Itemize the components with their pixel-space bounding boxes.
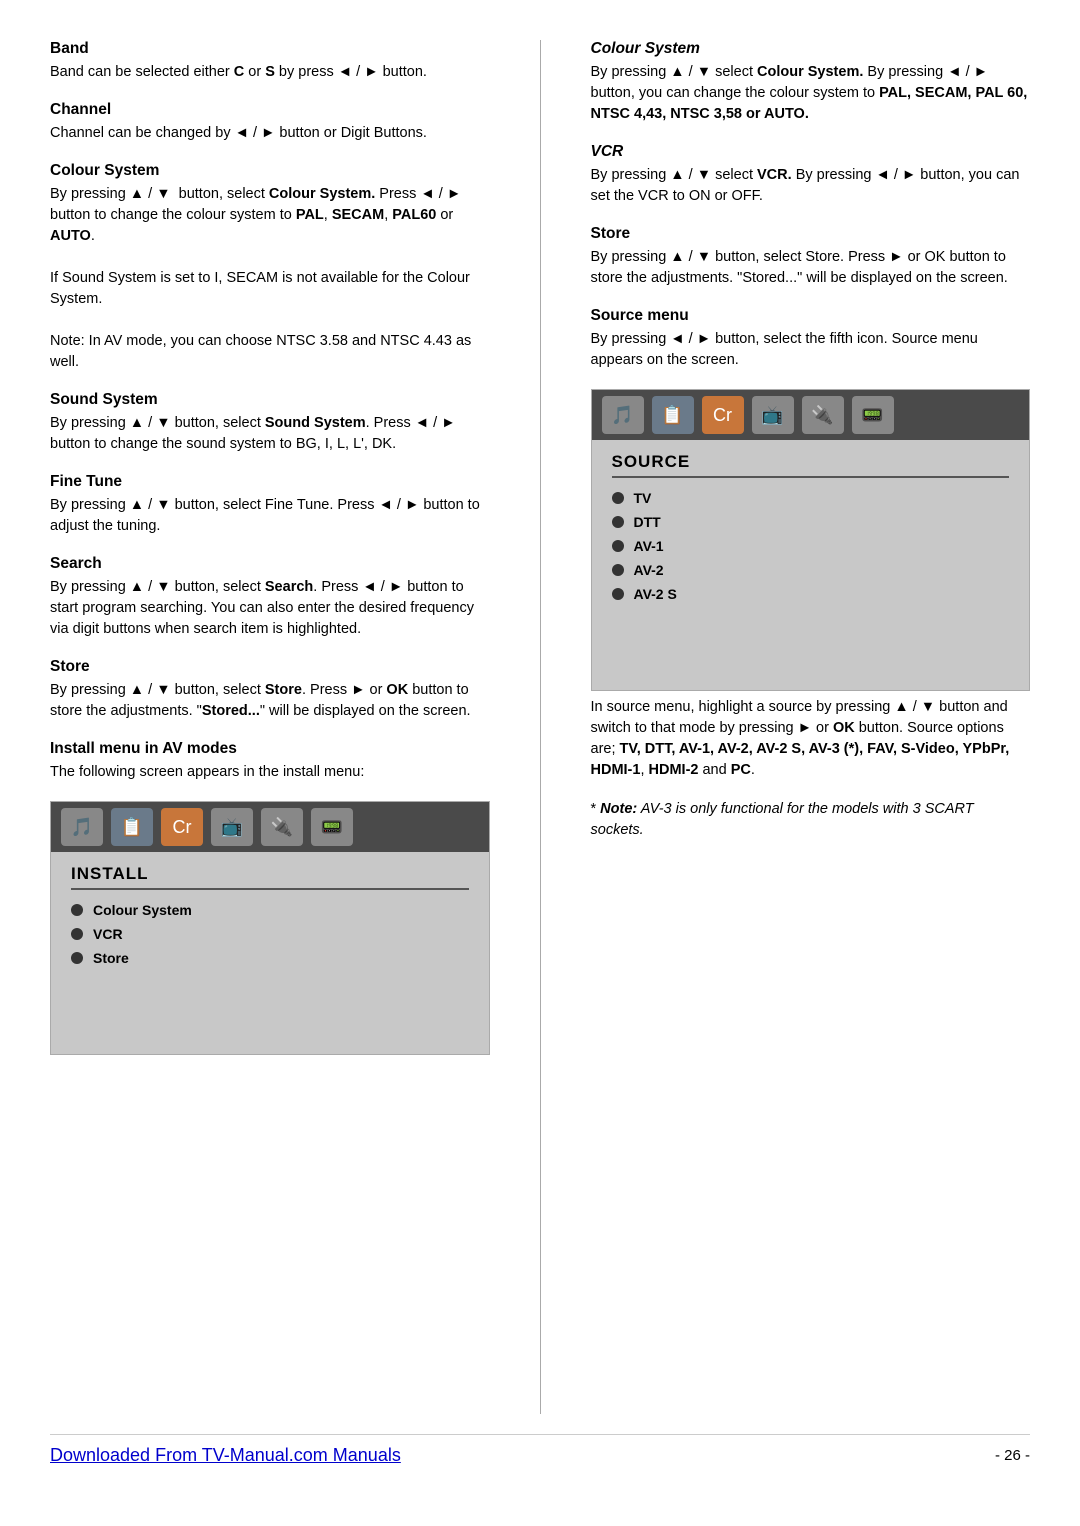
section-install-menu-body: The following screen appears in the inst…: [50, 762, 490, 783]
section-fine-tune: Fine Tune By pressing ▲ / ▼ button, sele…: [50, 473, 490, 537]
menu-icon-2: 📋: [111, 808, 153, 846]
install-menu-bullet-2: [71, 952, 83, 964]
source-menu-empty-space: [612, 610, 1010, 670]
source-menu-item-0: TV: [612, 490, 1010, 506]
menu-icon-6: 📟: [311, 808, 353, 846]
section-after-source-body: In source menu, highlight a source by pr…: [591, 697, 1031, 781]
section-install-menu: Install menu in AV modes The following s…: [50, 740, 490, 783]
source-menu-item-label-1: DTT: [634, 514, 661, 530]
section-channel-title: Channel: [50, 101, 490, 119]
install-menu-icons-bar: 🎵 📋 Cr 📺 🔌 📟: [51, 802, 489, 852]
main-columns: Band Band can be selected either C or S …: [50, 40, 1030, 1414]
section-source-menu-title: Source menu: [591, 307, 1031, 325]
source-menu-bullet-2: [612, 540, 624, 552]
source-menu-bullet-0: [612, 492, 624, 504]
section-after-source: In source menu, highlight a source by pr…: [591, 697, 1031, 781]
section-colour-system-left-title: Colour System: [50, 162, 490, 180]
menu-icon-1: 🎵: [61, 808, 103, 846]
section-search: Search By pressing ▲ / ▼ button, select …: [50, 555, 490, 640]
section-channel: Channel Channel can be changed by ◄ / ► …: [50, 101, 490, 144]
section-colour-system-left: Colour System By pressing ▲ / ▼ button, …: [50, 162, 490, 373]
install-menu-item-label-2: Store: [93, 950, 129, 966]
source-menu-item-1: DTT: [612, 514, 1010, 530]
source-menu-item-2: AV-1: [612, 538, 1010, 554]
menu-icon-3: Cr: [161, 808, 203, 846]
source-menu-item-3: AV-2: [612, 562, 1010, 578]
source-menu-content: SOURCE TV DTT AV-1 AV-2: [592, 440, 1030, 690]
install-menu-box: 🎵 📋 Cr 📺 🔌 📟 INSTALL Colour System: [50, 801, 490, 1055]
section-store-left-title: Store: [50, 658, 490, 676]
source-menu-item-4: AV-2 S: [612, 586, 1010, 602]
section-fine-tune-title: Fine Tune: [50, 473, 490, 491]
section-source-menu: Source menu By pressing ◄ / ► button, se…: [591, 307, 1031, 371]
section-store-right: Store By pressing ▲ / ▼ button, select S…: [591, 225, 1031, 289]
section-colour-system-right: Colour System By pressing ▲ / ▼ select C…: [591, 40, 1031, 125]
install-menu-empty-space: [71, 974, 469, 1034]
source-menu-item-label-3: AV-2: [634, 562, 664, 578]
page-footer: Downloaded From TV-Manual.com Manuals - …: [50, 1434, 1030, 1466]
install-menu-item-label-0: Colour System: [93, 902, 192, 918]
section-colour-system-right-body: By pressing ▲ / ▼ select Colour System. …: [591, 62, 1031, 125]
menu-icon-5: 🔌: [261, 808, 303, 846]
section-band: Band Band can be selected either C or S …: [50, 40, 490, 83]
section-band-title: Band: [50, 40, 490, 58]
install-menu-item-2: Store: [71, 950, 469, 966]
section-vcr: VCR By pressing ▲ / ▼ select VCR. By pre…: [591, 143, 1031, 207]
section-store-right-body: By pressing ▲ / ▼ button, select Store. …: [591, 247, 1031, 289]
source-menu-icon-2: 📋: [652, 396, 694, 434]
page: Band Band can be selected either C or S …: [0, 0, 1080, 1526]
section-note: * Note: AV-3 is only functional for the …: [591, 799, 1031, 841]
section-search-body: By pressing ▲ / ▼ button, select Search.…: [50, 577, 490, 640]
source-menu-bullet-3: [612, 564, 624, 576]
source-menu-item-label-4: AV-2 S: [634, 586, 677, 602]
install-menu-item-0: Colour System: [71, 902, 469, 918]
section-colour-system-right-title: Colour System: [591, 40, 1031, 58]
source-menu-box: 🎵 📋 Cr 📺 🔌 📟 SOURCE TV DTT: [591, 389, 1031, 691]
section-colour-system-left-body: By pressing ▲ / ▼ button, select Colour …: [50, 184, 490, 373]
source-menu-bullet-4: [612, 588, 624, 600]
source-menu-icons-bar: 🎵 📋 Cr 📺 🔌 📟: [592, 390, 1030, 440]
source-menu-bullet-1: [612, 516, 624, 528]
source-menu-icon-6: 📟: [852, 396, 894, 434]
section-vcr-title: VCR: [591, 143, 1031, 161]
section-store-left-body: By pressing ▲ / ▼ button, select Store. …: [50, 680, 490, 722]
install-menu-bullet-1: [71, 928, 83, 940]
section-search-title: Search: [50, 555, 490, 573]
section-channel-body: Channel can be changed by ◄ / ► button o…: [50, 123, 490, 144]
install-menu-content: INSTALL Colour System VCR Store: [51, 852, 489, 1054]
source-menu-item-label-2: AV-1: [634, 538, 664, 554]
section-sound-system-body: By pressing ▲ / ▼ button, select Sound S…: [50, 413, 490, 455]
install-menu-item-1: VCR: [71, 926, 469, 942]
section-store-left: Store By pressing ▲ / ▼ button, select S…: [50, 658, 490, 722]
section-vcr-body: By pressing ▲ / ▼ select VCR. By pressin…: [591, 165, 1031, 207]
section-note-body: * Note: AV-3 is only functional for the …: [591, 799, 1031, 841]
source-menu-icon-1: 🎵: [602, 396, 644, 434]
footer-page-number: - 26 -: [995, 1447, 1030, 1464]
section-install-menu-title: Install menu in AV modes: [50, 740, 490, 758]
footer-link[interactable]: Downloaded From TV-Manual.com Manuals: [50, 1445, 401, 1466]
source-menu-item-label-0: TV: [634, 490, 652, 506]
source-menu-icon-4: 📺: [752, 396, 794, 434]
section-source-menu-body: By pressing ◄ / ► button, select the fif…: [591, 329, 1031, 371]
section-sound-system: Sound System By pressing ▲ / ▼ button, s…: [50, 391, 490, 455]
section-band-body: Band can be selected either C or S by pr…: [50, 62, 490, 83]
source-menu-icon-3: Cr: [702, 396, 744, 434]
right-column: Colour System By pressing ▲ / ▼ select C…: [581, 40, 1031, 1414]
section-fine-tune-body: By pressing ▲ / ▼ button, select Fine Tu…: [50, 495, 490, 537]
column-divider: [540, 40, 541, 1414]
install-menu-bullet-0: [71, 904, 83, 916]
install-menu-item-label-1: VCR: [93, 926, 123, 942]
left-column: Band Band can be selected either C or S …: [50, 40, 500, 1414]
install-menu-header: INSTALL: [71, 864, 469, 890]
source-menu-header: SOURCE: [612, 452, 1010, 478]
section-store-right-title: Store: [591, 225, 1031, 243]
menu-icon-4: 📺: [211, 808, 253, 846]
source-menu-icon-5: 🔌: [802, 396, 844, 434]
section-sound-system-title: Sound System: [50, 391, 490, 409]
